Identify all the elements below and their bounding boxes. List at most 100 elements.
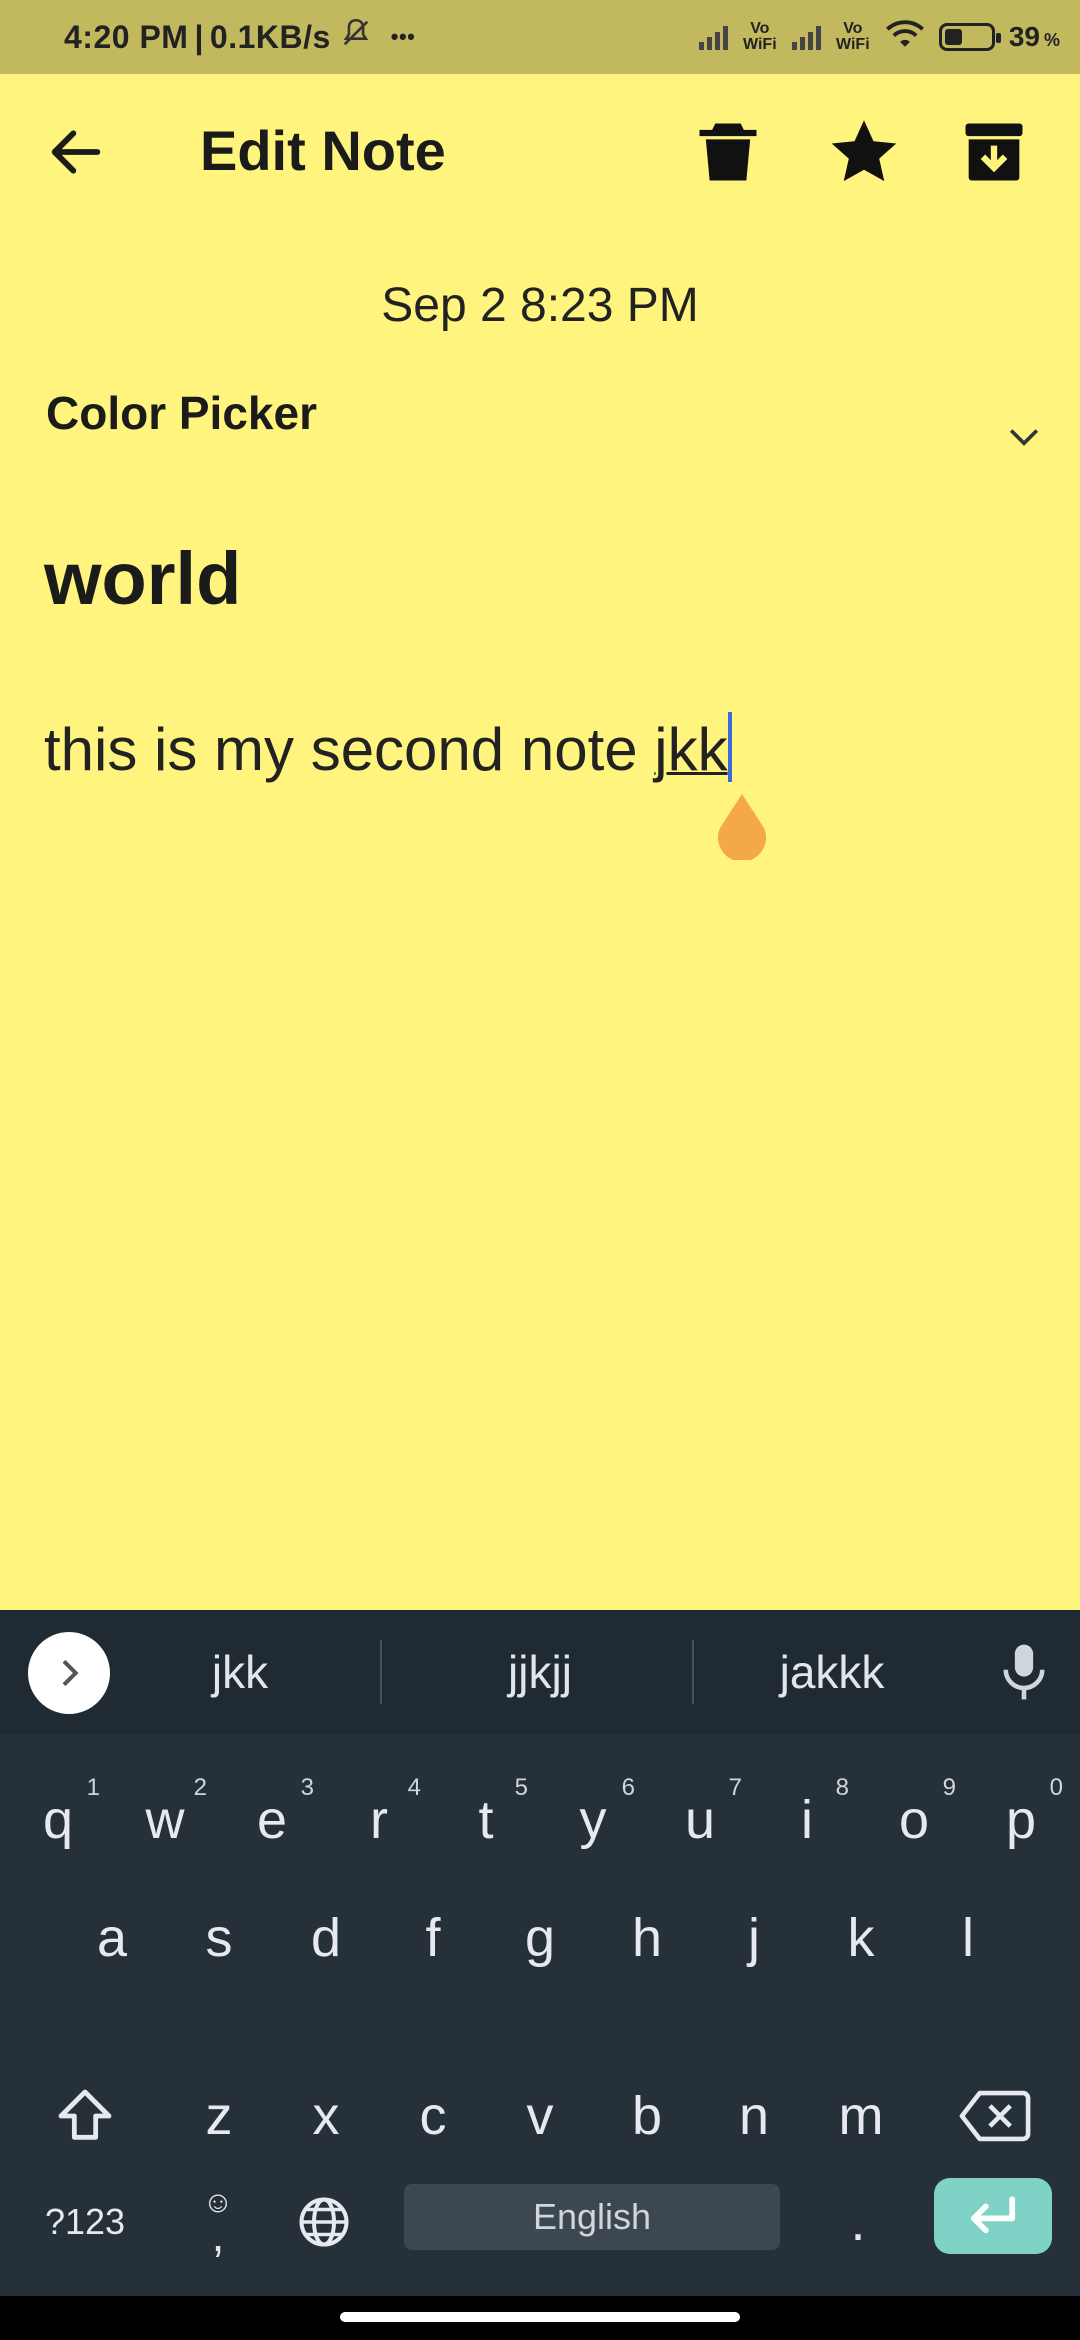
symbols-key[interactable]: ?123 — [30, 2162, 140, 2282]
suggestion-divider — [692, 1640, 694, 1704]
key-label: a — [96, 1908, 128, 1968]
period-key[interactable]: . — [810, 2162, 906, 2282]
key-d[interactable]: d — [278, 1878, 374, 1998]
vowifi-1-label: Vo WiFi — [743, 20, 777, 53]
key-i[interactable]: i8 — [759, 1760, 855, 1880]
key-t[interactable]: t5 — [438, 1760, 534, 1880]
key-z[interactable]: z — [171, 2056, 267, 2176]
key-label: p — [1005, 1790, 1037, 1850]
key-c[interactable]: c — [385, 2056, 481, 2176]
status-time: 4:20 PM — [64, 18, 189, 55]
key-label: f — [425, 1908, 441, 1968]
key-r[interactable]: r4 — [331, 1760, 427, 1880]
status-left: 4:20 PM | 0.1KB/s ••• — [64, 0, 415, 74]
archive-button[interactable] — [956, 114, 1032, 190]
space-key[interactable]: English — [404, 2184, 780, 2250]
keyboard-menu-button[interactable] — [28, 1632, 110, 1714]
key-hint-number: 7 — [728, 1774, 742, 1801]
key-hint-number: 3 — [300, 1774, 314, 1801]
key-h[interactable]: h — [599, 1878, 695, 1998]
note-date: Sep 2 8:23 PM — [381, 279, 699, 332]
key-l[interactable]: l — [920, 1878, 1016, 1998]
key-label: h — [631, 1908, 663, 1968]
key-label: k — [847, 1908, 875, 1968]
arrow-left-icon — [51, 130, 101, 174]
status-separator: | — [194, 18, 204, 55]
key-b[interactable]: b — [599, 2056, 695, 2176]
note-title-field[interactable]: world — [44, 536, 241, 621]
chevron-down-icon — [1009, 429, 1039, 446]
key-label: t — [478, 1790, 494, 1850]
status-right: Vo WiFi Vo WiFi 39% — [698, 0, 1060, 74]
delete-button[interactable] — [690, 114, 766, 190]
key-s[interactable]: s — [171, 1878, 267, 1998]
key-j[interactable]: j — [706, 1878, 802, 1998]
emoji-comma-key[interactable]: ☺ , — [170, 2162, 266, 2282]
key-label: m — [838, 2086, 884, 2146]
key-label: l — [962, 1908, 974, 1968]
key-m[interactable]: m — [813, 2056, 909, 2176]
key-g[interactable]: g — [492, 1878, 588, 1998]
key-k[interactable]: k — [813, 1878, 909, 1998]
note-body-field[interactable]: this is my second note jkk — [44, 712, 732, 784]
vowifi-2-label: Vo WiFi — [836, 20, 870, 53]
key-hint-number: 2 — [193, 1774, 207, 1801]
key-label: b — [631, 2086, 663, 2146]
suggestion-divider — [380, 1640, 382, 1704]
wifi-icon — [885, 18, 925, 57]
back-button[interactable] — [44, 120, 108, 184]
soft-keyboard: jkk jjkjj jakkk q1w2e3r4t5y6u7i8o9p0asdf… — [0, 1610, 1080, 2340]
key-hint-number: 6 — [621, 1774, 635, 1801]
enter-icon — [970, 2196, 1016, 2234]
key-x[interactable]: x — [278, 2056, 374, 2176]
star-icon — [831, 120, 897, 182]
key-v[interactable]: v — [492, 2056, 588, 2176]
page-title: Edit Note — [200, 119, 446, 182]
enter-key[interactable] — [934, 2178, 1052, 2254]
voice-input-button[interactable] — [996, 1640, 1052, 1704]
suggestion-2[interactable]: jjkjj — [440, 1610, 640, 1734]
key-a[interactable]: a — [64, 1878, 160, 1998]
key-e[interactable]: e3 — [224, 1760, 320, 1880]
microphone-icon — [1003, 1644, 1045, 1700]
key-label: d — [310, 1908, 342, 1968]
key-o[interactable]: o9 — [866, 1760, 962, 1880]
silent-bell-icon — [339, 16, 373, 58]
key-y[interactable]: y6 — [545, 1760, 641, 1880]
suggestion-3[interactable]: jakkk — [732, 1610, 932, 1734]
key-label: i — [801, 1790, 813, 1850]
archive-icon — [965, 123, 1023, 181]
suggestion-1[interactable]: jkk — [140, 1610, 340, 1734]
key-p[interactable]: p0 — [973, 1760, 1069, 1880]
key-u[interactable]: u7 — [652, 1760, 748, 1880]
key-label: n — [738, 2086, 770, 2146]
chevron-right-icon — [62, 1659, 79, 1687]
key-label: v — [526, 2086, 554, 2146]
key-label: y — [579, 1790, 607, 1850]
language-key[interactable] — [276, 2162, 372, 2282]
home-gesture-handle[interactable] — [340, 2312, 740, 2322]
key-n[interactable]: n — [706, 2056, 802, 2176]
color-picker-label[interactable]: Color Picker — [46, 386, 317, 440]
key-f[interactable]: f — [385, 1878, 481, 1998]
key-q[interactable]: q1 — [10, 1760, 106, 1880]
more-notifications-icon: ••• — [390, 24, 416, 49]
color-picker-toggle[interactable] — [1002, 414, 1046, 458]
caret-handle[interactable] — [712, 790, 772, 862]
key-w[interactable]: w2 — [117, 1760, 213, 1880]
shift-key[interactable] — [10, 2056, 160, 2176]
favorite-button[interactable] — [826, 114, 902, 190]
key-label: e — [256, 1790, 288, 1850]
key-hint-number: 4 — [407, 1774, 421, 1801]
key-label: j — [748, 1908, 760, 1968]
key-label: q — [42, 1790, 74, 1850]
key-hint-number: 9 — [942, 1774, 956, 1801]
status-bar: 4:20 PM | 0.1KB/s ••• Vo WiFi Vo WiFi 39… — [0, 0, 1080, 74]
key-label: o — [898, 1790, 930, 1850]
status-net-speed: 0.1KB/s — [209, 18, 331, 55]
trash-icon — [699, 123, 757, 181]
backspace-icon — [959, 2090, 1031, 2142]
backspace-key[interactable] — [920, 2056, 1070, 2176]
key-label: g — [524, 1908, 556, 1968]
key-label: x — [312, 2086, 340, 2146]
